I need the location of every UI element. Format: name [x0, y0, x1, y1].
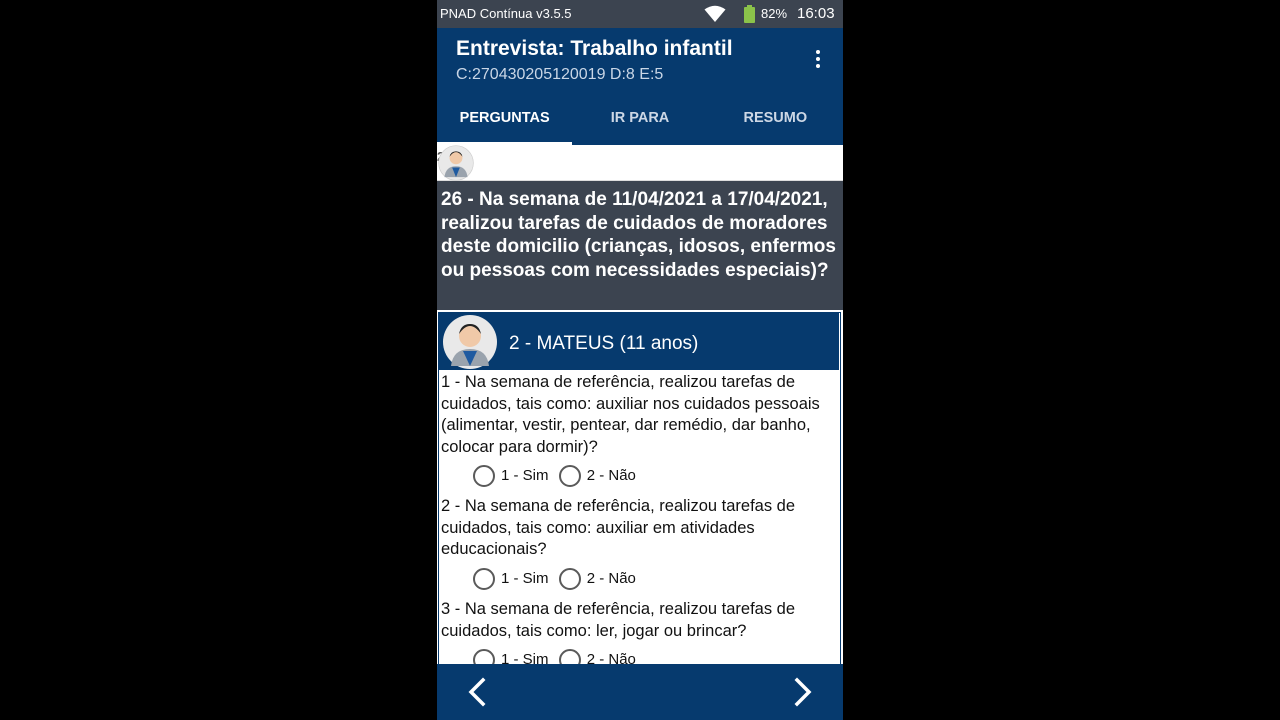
phone-screen: PNAD Contínua v3.5.5 82% 16:03 Entrevist…	[437, 0, 843, 720]
option-nao[interactable]: 2 - Não	[558, 464, 636, 488]
bottom-navigation	[437, 664, 843, 720]
subquestion-2: 2 - Na semana de referência, realizou ta…	[441, 497, 796, 558]
option-nao[interactable]: 2 - Não	[558, 648, 636, 664]
clock: 16:03	[797, 5, 835, 22]
person-header: 2 - MATEUS (11 anos)	[439, 313, 839, 370]
tab-resumo[interactable]: RESUMO	[708, 90, 843, 145]
option-sim[interactable]: 1 - Sim	[473, 648, 549, 664]
radio-button[interactable]	[558, 465, 581, 487]
page-subtitle: C:270430205120019 D:8 E:5	[456, 66, 664, 83]
radio-button[interactable]	[473, 649, 495, 664]
radio-button[interactable]	[558, 568, 581, 590]
option-sim[interactable]: 1 - Sim	[473, 567, 549, 591]
tab-ir-para[interactable]: IR PARA	[572, 90, 707, 145]
tab-bar: PERGUNTAS IR PARA RESUMO	[437, 90, 843, 145]
question-header: 26 - Na semana de 11/04/2021 a 17/04/202…	[437, 181, 843, 310]
status-bar: PNAD Contínua v3.5.5 82% 16:03	[437, 0, 843, 28]
wifi-icon	[704, 5, 726, 22]
more-vert-icon[interactable]	[811, 48, 825, 72]
person-avatar-icon	[443, 315, 497, 369]
chevron-left-icon[interactable]	[463, 676, 493, 708]
person-name: 2 - MATEUS (11 anos)	[509, 333, 699, 354]
question-content: 2 - MATEUS (11 anos) 1 - Na semana de re…	[437, 310, 843, 664]
subquestion-1: 1 - Na semana de referência, realizou ta…	[441, 373, 820, 456]
person-strip[interactable]: 2	[437, 145, 843, 181]
page-title: Entrevista: Trabalho infantil	[456, 37, 733, 60]
subquestion-1-options: 1 - Sim 2 - Não	[473, 464, 642, 488]
subquestion-2-options: 1 - Sim 2 - Não	[473, 567, 642, 591]
option-nao[interactable]: 2 - Não	[558, 567, 636, 591]
battery-percent: 82%	[761, 6, 788, 21]
option-sim[interactable]: 1 - Sim	[473, 464, 549, 488]
tab-perguntas[interactable]: PERGUNTAS	[437, 90, 573, 145]
subquestion-3-options: 1 - Sim 2 - Não	[473, 648, 642, 664]
radio-button[interactable]	[473, 568, 495, 590]
person-avatar-icon	[438, 145, 474, 181]
radio-button[interactable]	[473, 465, 495, 487]
chevron-right-icon[interactable]	[787, 676, 817, 708]
app-bar: Entrevista: Trabalho infantil C:27043020…	[437, 28, 843, 90]
radio-button[interactable]	[558, 649, 581, 664]
status-app-name: PNAD Contínua v3.5.5	[440, 6, 572, 21]
subquestion-3: 3 - Na semana de referência, realizou ta…	[441, 600, 796, 640]
battery-icon	[744, 5, 755, 23]
